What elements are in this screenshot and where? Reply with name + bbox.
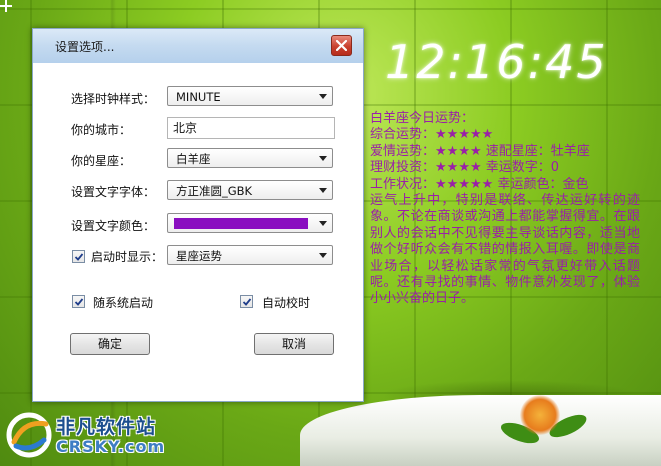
zodiac-select[interactable]: 白羊座 (167, 148, 333, 168)
horoscope-love: 爱情运势：★★★★ 速配星座：牡羊座 (370, 143, 590, 159)
color-label: 设置文字颜色： (71, 219, 156, 233)
autosync-label: 自动校时 (262, 296, 311, 310)
horoscope-work: 工作状况：★★★★★ 幸运颜色：金色 (370, 176, 589, 192)
finance-stars: ★★★★ (435, 160, 482, 176)
city-label: 你的城市： (71, 123, 132, 137)
autostart-checkbox[interactable] (72, 295, 85, 308)
dropdown-arrow-icon (319, 156, 327, 161)
overall-stars: ★★★★★ (435, 127, 494, 143)
zodiac-label: 你的星座： (71, 154, 132, 168)
autostart-label: 随系统启动 (93, 296, 154, 310)
watermark-name-en: CRSKY.com (56, 437, 166, 456)
zodiac-value: 白羊座 (176, 152, 211, 166)
wallpaper-bathtub (300, 395, 661, 466)
crsky-logo-icon (6, 412, 52, 458)
startup-display-select[interactable]: 星座运势 (167, 245, 333, 265)
ok-button[interactable]: 确定 (70, 333, 150, 355)
horoscope-header: 白羊座今日运势： (370, 111, 475, 126)
color-select[interactable] (167, 213, 333, 233)
font-label: 设置文字字体： (71, 185, 156, 199)
dropdown-arrow-icon (319, 94, 327, 99)
dialog-titlebar[interactable]: 设置选项... (33, 29, 363, 63)
font-select[interactable]: 方正准圆_GBK (167, 180, 333, 200)
startup-display-value: 星座运势 (176, 249, 222, 263)
love-stars: ★★★★ (435, 143, 482, 159)
horoscope-description: 运气上升中，特别是联络、传达运好转的迹象。不论在商谈或沟通上都能掌握得宜。在跟别… (370, 193, 640, 307)
color-swatch (174, 218, 308, 229)
city-input[interactable]: 北京 (167, 117, 335, 139)
horoscope-panel: 白羊座今日运势： 综合运势：★★★★★ 爱情运势：★★★★ 速配星座：牡羊座 理… (370, 111, 640, 308)
crsky-watermark: 非凡软件站 CRSKY.com (0, 406, 180, 466)
wallpaper-flower (520, 395, 560, 435)
work-stars: ★★★★★ (435, 176, 494, 192)
checkmark-icon (242, 298, 252, 306)
font-value: 方正准圆_GBK (176, 184, 253, 198)
checkmark-icon (74, 253, 84, 261)
checkmark-icon (74, 298, 84, 306)
desktop-clock[interactable]: 12:16:45 (385, 36, 606, 88)
dropdown-arrow-icon (319, 188, 327, 193)
clock-style-label: 选择时钟样式： (71, 92, 156, 106)
dialog-title: 设置选项... (55, 40, 115, 54)
watermark-name-cn: 非凡软件站 (56, 416, 157, 438)
horoscope-overall: 综合运势：★★★★★ (370, 127, 494, 143)
clock-style-value: MINUTE (176, 90, 221, 104)
cursor-crosshair-icon (0, 0, 12, 12)
clock-style-select[interactable]: MINUTE (167, 86, 333, 106)
startup-display-checkbox[interactable] (72, 250, 85, 263)
dropdown-arrow-icon (319, 221, 327, 226)
close-button[interactable] (331, 35, 352, 56)
dropdown-arrow-icon (319, 253, 327, 258)
dialog-body: 选择时钟样式： MINUTE 你的城市： 北京 你的星座： 白羊座 设置文字字体… (33, 63, 363, 401)
close-icon (336, 40, 347, 51)
autosync-checkbox[interactable] (240, 295, 253, 308)
horoscope-finance: 理财投资：★★★★ 幸运数字：0 (370, 160, 560, 176)
startup-display-label: 启动时显示： (91, 250, 164, 264)
cancel-button[interactable]: 取消 (254, 333, 334, 355)
settings-dialog: 设置选项... 选择时钟样式： MINUTE 你的城市： 北京 你的星座： 白羊… (32, 28, 364, 402)
